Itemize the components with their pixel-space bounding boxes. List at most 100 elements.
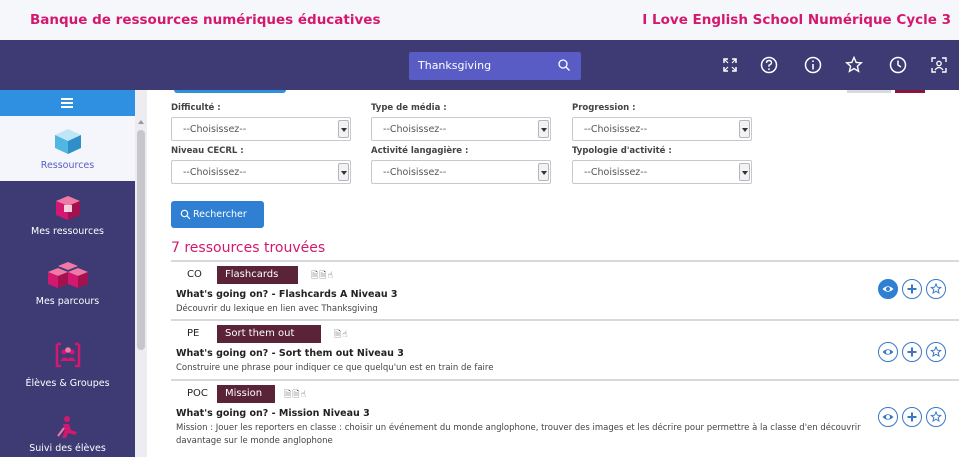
chevron-down-icon[interactable] [338,120,349,138]
cubes-icon [47,262,88,288]
favorite-button[interactable] [926,342,946,362]
button-label: Rechercher [193,209,247,220]
select-value: --Choisissez-- [383,167,447,178]
view-button[interactable] [878,279,898,299]
select-value: --Choisissez-- [584,167,648,178]
view-button[interactable] [878,407,898,427]
favorite-button[interactable] [926,279,946,299]
result-description: Découvrir du lexique en lien avec Thanks… [176,304,378,314]
sidebar-item-label: Élèves & Groupes [25,378,110,389]
cube-icon [54,129,81,154]
star-icon [930,283,942,295]
plus-icon [907,284,917,294]
select-value: --Choisissez-- [183,124,247,135]
result-title[interactable]: What's going on? - Flashcards A Niveau 3 [176,289,398,300]
search-icon[interactable] [557,58,571,72]
plus-icon [907,412,917,422]
chevron-down-icon[interactable] [538,120,549,138]
search-value: Thanksgiving [418,59,492,72]
search-icon [180,209,191,220]
document-icons: 🗎☝ [334,330,349,340]
sidebar-item-label: Ressources [40,160,95,171]
filter-label-typologie: Typologie d'activité : [572,146,672,156]
scroll-thumb[interactable] [137,130,145,350]
plus-icon [907,347,917,357]
document-icons: 🗎🗎☝ [284,390,307,400]
chevron-down-icon[interactable] [538,163,549,181]
filter-label-difficulte: Difficulté : [171,103,221,113]
filter-label-progression: Progression : [572,103,636,113]
add-button[interactable] [902,342,922,362]
result-tag: Mission [217,385,275,403]
result-item[interactable]: POC Mission 🗎🗎☝ What's going on? - Missi… [171,379,959,457]
view-button[interactable] [878,342,898,362]
chevron-down-icon[interactable] [338,163,349,181]
result-title[interactable]: What's going on? - Sort them out Niveau … [176,348,404,359]
scroll-up-arrow-icon[interactable] [138,120,144,124]
select-value: --Choisissez-- [183,167,247,178]
sidebar-item-label: Mes ressources [31,226,104,237]
filter-select-difficulte[interactable]: --Choisissez-- [171,117,351,141]
filter-label-type-media: Type de média : [371,103,447,113]
filter-select-activite[interactable]: --Choisissez-- [371,160,551,184]
sidebar-item-eleves-groupes[interactable]: Élèves & Groupes [0,340,135,400]
main-content: Difficulté : --Choisissez-- Type de médi… [147,90,959,457]
chevron-down-icon[interactable] [739,163,750,181]
fullscreen-icon[interactable] [720,55,740,75]
result-description: Construire une phrase pour indiquer ce q… [176,363,494,373]
app-header: Thanksgiving [0,40,959,90]
history-icon[interactable] [888,55,908,75]
scan-icon[interactable] [929,55,949,75]
result-tag: Sort them out [217,325,321,343]
filter-select-type-media[interactable]: --Choisissez-- [371,117,551,141]
add-button[interactable] [902,407,922,427]
hamburger-icon [61,98,73,108]
menu-toggle-button[interactable] [0,90,135,116]
tab-indicator[interactable] [174,90,286,93]
result-actions [878,342,948,362]
result-code: CO [187,269,202,280]
result-title[interactable]: What's going on? - Mission Niveau 3 [176,408,370,419]
result-code: PE [187,328,200,339]
result-item[interactable]: PE Sort them out 🗎☝ What's going on? - S… [171,319,959,377]
result-item[interactable]: CO Flashcards 🗎🗎☝ What's going on? - Fla… [171,260,959,318]
favorite-button[interactable] [926,407,946,427]
select-value: --Choisissez-- [584,124,648,135]
sidebar-item-label: Mes parcours [35,296,100,307]
star-icon [930,346,942,358]
document-icons: 🗎🗎☝ [311,271,334,281]
search-input[interactable]: Thanksgiving [409,52,581,80]
select-value: --Choisissez-- [383,124,447,135]
add-button[interactable] [902,279,922,299]
sidebar-scrollbar[interactable] [135,90,147,457]
filter-select-niveau-cecrl[interactable]: --Choisissez-- [171,160,351,184]
sidebar: Ressources Mes ressources Mes parcours É… [0,90,135,457]
star-icon [930,411,942,423]
result-description: Mission : Jouer les reporters en classe … [176,423,861,446]
info-icon[interactable] [803,55,823,75]
sidebar-item-ressources[interactable]: Ressources [0,116,135,181]
chevron-down-icon[interactable] [739,120,750,138]
result-code: POC [187,388,208,399]
site-title[interactable]: Banque de ressources numériques éducativ… [30,12,381,28]
sidebar-item-suivi-eleves[interactable]: Suivi des élèves [0,412,135,457]
filter-label-activite: Activité langagière : [371,146,469,156]
sidebar-item-mes-ressources[interactable]: Mes ressources [0,190,135,250]
product-title[interactable]: I Love English School Numérique Cycle 3 [642,12,951,28]
star-icon[interactable] [844,55,864,75]
help-icon[interactable] [759,55,779,75]
eye-icon [882,414,894,420]
sidebar-item-label: Suivi des élèves [29,443,106,454]
tab-stub[interactable] [847,90,891,93]
sidebar-item-mes-parcours[interactable]: Mes parcours [0,258,135,320]
filter-select-typologie[interactable]: --Choisissez-- [572,160,752,184]
filter-select-progression[interactable]: --Choisissez-- [572,117,752,141]
rechercher-button[interactable]: Rechercher [171,201,264,228]
filter-label-niveau-cecrl: Niveau CECRL : [171,146,244,156]
result-tag: Flashcards [217,266,298,284]
eye-icon [882,286,894,292]
result-actions [878,407,948,427]
tracking-icon [56,416,77,438]
result-actions [878,279,948,299]
tab-stub-active[interactable] [895,90,925,93]
